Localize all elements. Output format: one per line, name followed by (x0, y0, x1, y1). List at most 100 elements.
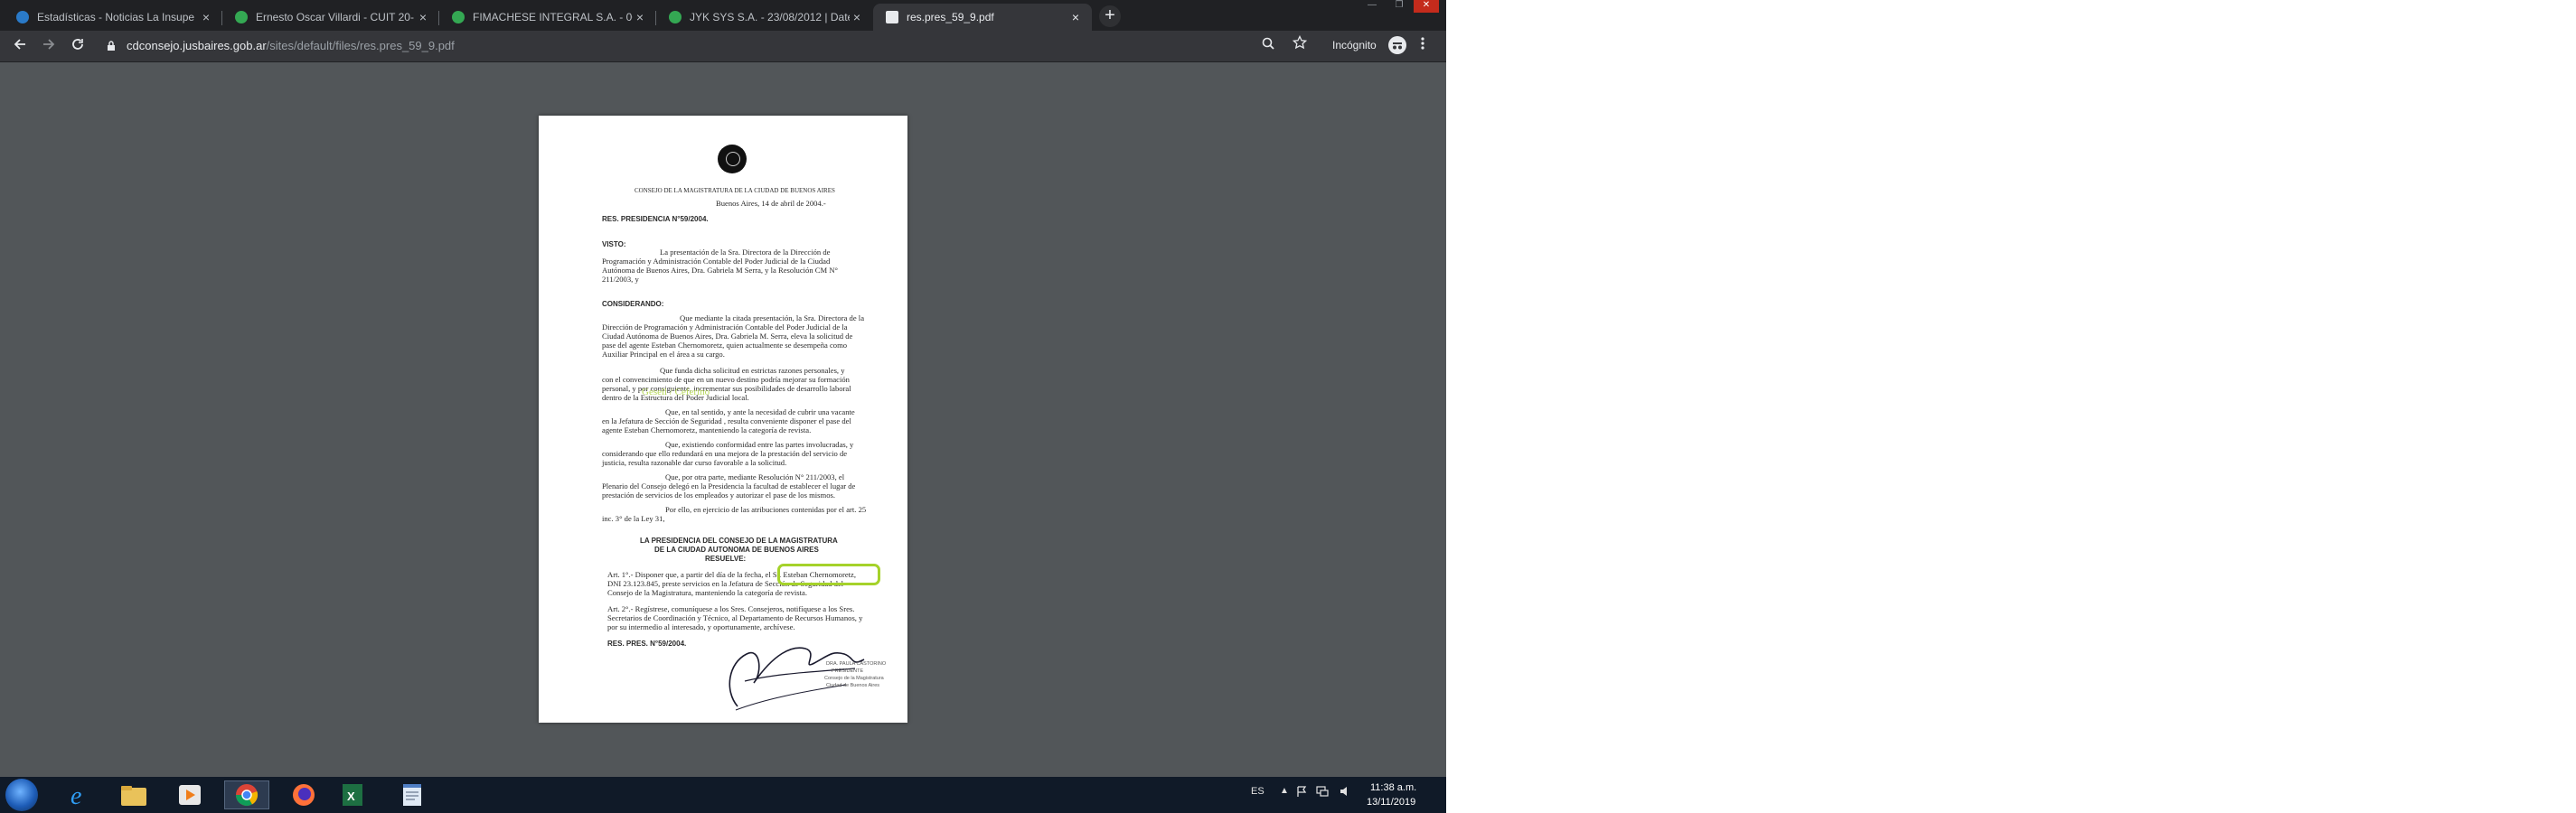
taskbar: e X (0, 777, 1446, 813)
bookmark-star-icon[interactable] (1292, 34, 1308, 54)
visto-line: 211/2003, y (602, 275, 639, 284)
article-line: Secretarios de Coordinación y Técnico, a… (607, 613, 863, 622)
resolution-footer: RES. PRES. N°59/2004. (607, 640, 687, 648)
document-icon (886, 11, 898, 23)
close-icon[interactable]: × (199, 10, 213, 24)
back-arrow-icon (14, 39, 25, 50)
notepad-icon[interactable] (394, 780, 430, 809)
close-icon[interactable]: × (850, 10, 864, 24)
pdf-page[interactable]: CONSEJO DE LA MAGISTRATURA DE LA CIUDAD … (539, 116, 907, 723)
highlight-annotation (777, 564, 880, 585)
maximize-button[interactable]: ❐ (1387, 0, 1412, 13)
tab-fimachese[interactable]: FIMACHESE INTEGRAL S.A. - 06/ × (439, 4, 656, 31)
resolve-heading: RESUELVE: (705, 555, 747, 563)
paragraph-line: inc. 3° de la Ley 31, (602, 514, 665, 523)
forward-arrow-icon (43, 39, 55, 50)
new-tab-button[interactable]: + (1099, 5, 1121, 27)
wordpress-icon (16, 11, 29, 23)
paragraph-line: Plenario del Consejo delegó en la Presid… (602, 481, 856, 491)
address-bar[interactable]: cdconsejo.jusbaires.gob.ar/sites/default… (94, 34, 1305, 58)
visto-title: VISTO: (602, 240, 626, 248)
close-window-button[interactable]: ✕ (1414, 0, 1439, 13)
tab-res-pres-pdf[interactable]: res.pres_59_9.pdf × (873, 4, 1092, 31)
considerando-title: CONSIDERANDO: (602, 300, 664, 308)
clock-date[interactable]: 13/11/2019 (1367, 797, 1415, 808)
paragraph-line: personal, y por consiguiente, incrementa… (602, 384, 851, 393)
visto-line: Autónoma de Buenos Aires, Dra. Gabriela … (602, 266, 838, 275)
tab-title: Ernesto Oscar Villardi - CUIT 20- (256, 11, 414, 23)
paragraph-line: Por ello, en ejercicio de las atribucion… (665, 505, 867, 514)
clock-time[interactable]: 11:38 a.m. (1370, 782, 1416, 793)
resolve-heading: DE LA CIUDAD AUTONOMA DE BUENOS AIRES (654, 546, 819, 554)
tab-estadisticas[interactable]: Estadísticas - Noticias La Insupe × (4, 4, 222, 31)
close-icon[interactable]: × (633, 10, 647, 24)
resolution-header: RES. PRESIDENCIA N°59/2004. (602, 215, 709, 223)
stamp-line: PRESIDENTE (832, 668, 864, 674)
media-player-icon[interactable] (172, 780, 208, 809)
folder-icon[interactable] (116, 780, 152, 809)
globe-icon (669, 11, 682, 23)
institution-header: CONSEJO DE LA MAGISTRATURA DE LA CIUDAD … (635, 187, 835, 194)
close-icon[interactable]: × (1068, 10, 1083, 24)
resolve-heading: LA PRESIDENCIA DEL CONSEJO DE LA MAGISTR… (640, 537, 838, 545)
globe-icon (235, 11, 248, 23)
menu-kebab-icon[interactable] (1421, 36, 1424, 55)
language-indicator[interactable]: ES (1251, 786, 1264, 797)
flag-icon[interactable] (1296, 786, 1307, 799)
paragraph-line: justicia, resulta razonable dar curso fa… (602, 458, 787, 467)
tab-strip: Estadísticas - Noticias La Insupe × Erne… (0, 0, 1446, 31)
article-line: Consejo de la Magistratura, manteniendo … (607, 588, 807, 597)
stamp-line: Ciudad de Buenos Aires (826, 683, 880, 688)
start-button[interactable] (5, 779, 38, 811)
zoom-icon[interactable] (1262, 37, 1274, 52)
screen: Estadísticas - Noticias La Insupe × Erne… (0, 0, 1446, 813)
blank-area (1446, 0, 2576, 813)
article-line: Art. 2°.- Regístrese, comuníquese a los … (607, 604, 855, 613)
chrome-icon[interactable] (224, 780, 269, 809)
paragraph-line: prestación de servicios de los empleados… (602, 491, 835, 500)
toolbar: cdconsejo.jusbaires.gob.ar/sites/default… (0, 31, 1446, 62)
firefox-icon[interactable] (286, 780, 322, 809)
paragraph-line: Que, por otra parte, mediante Resolución… (665, 472, 845, 481)
stamp-line: DRA. PAULA CASTORINO (826, 661, 887, 667)
handwritten-signature (729, 647, 865, 711)
coat-of-arms-seal-icon (718, 145, 747, 173)
url-path: /sites/default/files/res.pres_59_9.pdf (266, 39, 455, 52)
close-icon[interactable]: × (416, 10, 430, 24)
show-hidden-icons-icon[interactable]: ▲ (1280, 786, 1289, 796)
paragraph-line: en la Jefatura de Sección de Seguridad ,… (602, 416, 851, 425)
stamp-line: Consejo de la Magistratura (824, 676, 884, 681)
incognito-icon[interactable] (1388, 36, 1406, 54)
paragraph-line: Que funda dicha solicitud en estrictas r… (660, 366, 845, 375)
volume-icon[interactable] (1340, 786, 1352, 799)
paragraph-line: Que, en tal sentido, y ante la necesidad… (665, 407, 855, 416)
back-button[interactable] (9, 35, 31, 57)
paragraph-line: Auxiliar Principal en el área a su cargo… (602, 350, 725, 359)
reload-icon (72, 39, 83, 50)
tab-title: JYK SYS S.A. - 23/08/2012 | Date (690, 11, 850, 23)
paragraph-line: pase del agente Esteban Chernomoretz, qu… (602, 341, 848, 350)
date-line: Buenos Aires, 14 de abril de 2004.- (716, 199, 826, 208)
paragraph-line: considerando que ello redundará en una m… (602, 449, 848, 458)
paragraph-line: Dirección de Programación y Administraci… (602, 322, 848, 332)
url-host: cdconsejo.jusbaires.gob.ar (127, 39, 267, 52)
url-text: cdconsejo.jusbaires.gob.ar/sites/default… (127, 39, 455, 52)
excel-icon[interactable]: X (334, 780, 371, 809)
tab-title: FIMACHESE INTEGRAL S.A. - 06/ (473, 11, 633, 23)
globe-icon (452, 11, 465, 23)
forward-button[interactable] (38, 35, 60, 57)
svg-text:e: e (71, 782, 81, 809)
network-icon[interactable] (1316, 786, 1329, 799)
paragraph-line: agente Esteban Chernomoretz, manteniendo… (602, 425, 812, 435)
tab-title: res.pres_59_9.pdf (907, 11, 994, 23)
tab-ernesto-villardi[interactable]: Ernesto Oscar Villardi - CUIT 20- × (222, 4, 439, 31)
ie-icon[interactable]: e (61, 780, 98, 810)
reload-button[interactable] (67, 35, 89, 57)
tab-jyk-sys[interactable]: JYK SYS S.A. - 23/08/2012 | Date × (656, 4, 873, 31)
paragraph-line: Ciudad Autónoma de Buenos Aires, Dra. Ga… (602, 332, 853, 341)
visto-line: Programación y Administración Contable d… (602, 257, 831, 266)
faint-annotation: Gesell / Ceferino (642, 387, 710, 397)
incognito-label[interactable]: Incógnito (1332, 39, 1377, 51)
paragraph-line: Que, existiendo conformidad entre las pa… (665, 440, 854, 449)
minimize-button[interactable]: — (1359, 0, 1385, 13)
